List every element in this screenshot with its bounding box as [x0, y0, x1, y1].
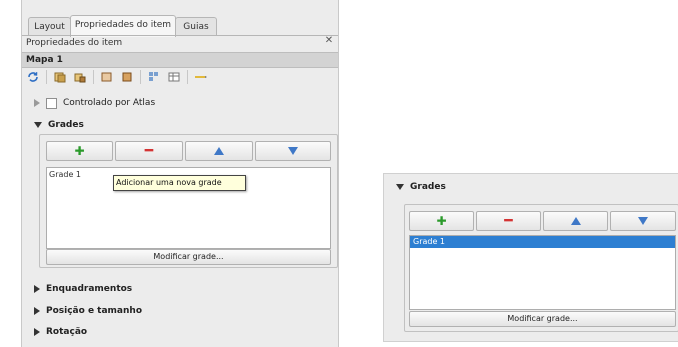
grids-section-header[interactable]: Grades	[396, 182, 446, 192]
frames-section-header[interactable]: Enquadramentos	[34, 282, 132, 296]
panel-title: Propriedades do item	[26, 38, 123, 48]
atlas-row[interactable]: Controlado por Atlas	[34, 96, 155, 110]
map-toolbar	[26, 68, 208, 86]
plus-icon: ✚	[74, 144, 85, 158]
grids-list[interactable]: Grade 1	[409, 235, 676, 310]
list-item[interactable]: Grade 1	[49, 170, 81, 179]
add-grid-button[interactable]: ✚	[46, 141, 113, 161]
position-size-section-label: Posição e tamanho	[46, 306, 143, 316]
tab-guides[interactable]: Guias	[175, 17, 217, 36]
arrow-up-icon	[214, 147, 224, 155]
move-grid-up-button[interactable]	[185, 141, 253, 161]
refresh-icon[interactable]	[26, 70, 40, 84]
left-properties-panel: Layout Propriedades do item Guias Propri…	[21, 0, 339, 347]
rotation-section-label: Rotação	[46, 327, 88, 337]
remove-grid-button[interactable]: ━	[115, 141, 183, 161]
frames-section-label: Enquadramentos	[46, 284, 133, 294]
toolbar-separator	[140, 70, 141, 84]
toolbar-separator	[46, 70, 47, 84]
arrow-up-icon	[570, 217, 581, 225]
add-grid-button[interactable]: ✚	[409, 211, 474, 231]
move-grid-down-button[interactable]	[610, 211, 676, 231]
tab-layout[interactable]: Layout	[28, 17, 71, 36]
arrow-down-icon	[288, 147, 298, 155]
minus-icon: ━	[144, 143, 154, 159]
move-grid-up-button[interactable]	[543, 211, 608, 231]
grids-group: ✚ ━ Grade 1 Modificar grade...	[404, 204, 678, 332]
move-grid-down-button[interactable]	[255, 141, 331, 161]
lock-layers-icon[interactable]	[73, 70, 87, 84]
atlas-checkbox-label: Controlado por Atlas	[63, 98, 156, 108]
add-grid-tooltip: Adicionar uma nova grade	[113, 175, 246, 191]
grids-section-label: Grades	[48, 120, 84, 130]
pencil-icon[interactable]	[194, 70, 208, 84]
right-grids-panel: Grades ✚ ━ Grade 1 Modificar grade...	[383, 173, 678, 342]
grids-group: ✚ ━ Grade 1 Modificar grade... Adicionar…	[39, 134, 338, 268]
position-size-section-header[interactable]: Posição e tamanho	[34, 304, 142, 318]
item-name: Mapa 1	[26, 55, 63, 65]
tab-item-properties[interactable]: Propriedades do item	[70, 15, 176, 37]
collapsed-arrow-icon	[34, 307, 40, 315]
collapsed-arrow-icon	[34, 328, 40, 336]
expanded-arrow-icon	[34, 122, 42, 128]
close-icon[interactable]: ✕	[324, 36, 334, 46]
rotation-section-header[interactable]: Rotação	[34, 325, 87, 339]
style-icon[interactable]	[120, 70, 134, 84]
atlas-icon[interactable]	[147, 70, 161, 84]
arrow-down-icon	[638, 217, 648, 225]
table-icon[interactable]	[167, 70, 181, 84]
grids-section-header[interactable]: Grades	[34, 118, 84, 132]
item-header: Mapa 1	[22, 52, 338, 68]
tab-bar: Layout Propriedades do item Guias	[22, 12, 338, 37]
collapsed-arrow-icon	[34, 285, 40, 293]
remove-grid-button[interactable]: ━	[476, 211, 541, 231]
minus-icon: ━	[504, 213, 513, 229]
list-item-selected[interactable]: Grade 1	[410, 236, 675, 248]
layer-icon[interactable]	[53, 70, 67, 84]
atlas-checkbox[interactable]	[46, 97, 57, 109]
toolbar-separator	[93, 70, 94, 84]
modify-grid-button[interactable]: Modificar grade...	[409, 311, 676, 327]
grids-section-label: Grades	[410, 182, 446, 192]
modify-grid-button[interactable]: Modificar grade...	[46, 249, 331, 265]
collapsed-arrow-icon	[34, 99, 40, 107]
toolbar-separator	[187, 70, 188, 84]
layer-style-icon[interactable]	[100, 70, 114, 84]
expanded-arrow-icon	[396, 184, 404, 190]
plus-icon: ✚	[436, 214, 447, 228]
tab-divider	[22, 35, 338, 36]
